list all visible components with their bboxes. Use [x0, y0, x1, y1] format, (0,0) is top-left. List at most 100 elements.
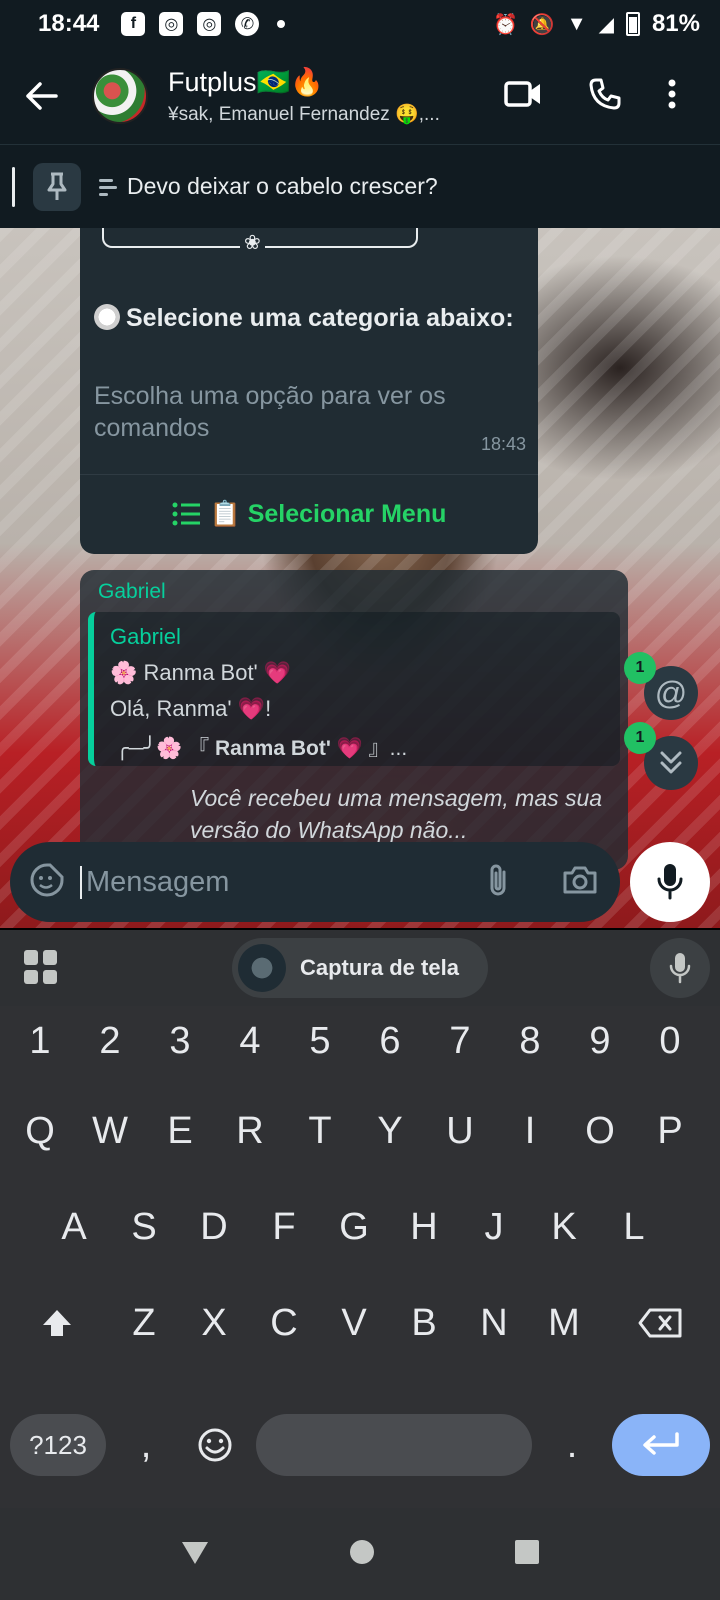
period-key[interactable]: .: [542, 1410, 602, 1480]
message-input[interactable]: Mensagem: [80, 865, 486, 899]
battery-level: 81%: [651, 10, 700, 37]
select-menu-label: 📋 Selecionar Menu: [209, 499, 447, 528]
letter-key[interactable]: B: [390, 1288, 458, 1358]
keyboard: 1234567890 QWERTYUIOP ASDFGHJKL ZXCVBNM ?12…: [0, 1006, 720, 1508]
number-key[interactable]: 0: [636, 1006, 704, 1076]
comma-key[interactable]: ,: [116, 1410, 176, 1480]
nav-recents-icon[interactable]: [514, 1539, 540, 1570]
menu-description: Escolha uma opção para ver os comandos: [94, 382, 446, 442]
letter-key[interactable]: S: [110, 1192, 178, 1262]
letter-key[interactable]: L: [600, 1192, 668, 1262]
letter-key[interactable]: C: [250, 1288, 318, 1358]
enter-key[interactable]: [612, 1414, 710, 1476]
number-key[interactable]: 9: [566, 1006, 634, 1076]
chip-label: Captura de tela: [300, 955, 459, 980]
apps-grid-icon[interactable]: [24, 950, 58, 984]
pinned-message-bar[interactable]: Devo deixar o cabelo crescer?: [0, 144, 720, 228]
letter-key[interactable]: A: [40, 1192, 108, 1262]
letter-key[interactable]: F: [250, 1192, 318, 1262]
message-time: 18:43: [480, 434, 526, 454]
letter-key[interactable]: E: [146, 1096, 214, 1166]
letter-key[interactable]: P: [636, 1096, 704, 1166]
letter-key[interactable]: Q: [6, 1096, 74, 1166]
letter-key[interactable]: Z: [110, 1288, 178, 1358]
letter-key[interactable]: R: [216, 1096, 284, 1166]
number-key[interactable]: 2: [76, 1006, 144, 1076]
number-key[interactable]: 7: [426, 1006, 494, 1076]
whatsapp-icon: ✆: [235, 12, 260, 36]
shift-key[interactable]: [14, 1288, 100, 1358]
letter-key[interactable]: U: [426, 1096, 494, 1166]
voice-message-button[interactable]: [630, 842, 710, 922]
attach-icon[interactable]: [486, 862, 510, 903]
number-key[interactable]: 6: [356, 1006, 424, 1076]
notification-dot-icon: [277, 20, 286, 28]
group-info[interactable]: Futplus🇧🇷🔥 ¥sak, Emanuel Fernandez 🤑,...: [168, 66, 468, 126]
letter-key[interactable]: X: [180, 1288, 248, 1358]
back-arrow-icon[interactable]: [22, 76, 62, 116]
group-avatar[interactable]: [92, 68, 148, 124]
pin-icon[interactable]: [33, 162, 81, 211]
instagram-icon: ◎: [159, 12, 184, 36]
number-key[interactable]: 1: [6, 1006, 74, 1076]
pinned-text: Devo deixar o cabelo crescer?: [127, 173, 438, 199]
space-key[interactable]: [256, 1414, 532, 1476]
sticker-icon[interactable]: [30, 863, 64, 902]
chat-header: Futplus🇧🇷🔥 ¥sak, Emanuel Fernandez 🤑,...: [0, 48, 720, 144]
camera-icon[interactable]: [562, 865, 598, 900]
alarm-icon: ⏰: [492, 13, 518, 36]
signal-icon: ◢: [598, 13, 614, 36]
emoji-key[interactable]: [180, 1410, 250, 1480]
quoted-line: 🌸 Ranma Bot' 💗: [110, 660, 292, 685]
number-key[interactable]: 5: [286, 1006, 354, 1076]
number-key[interactable]: 3: [146, 1006, 214, 1076]
quoted-sender: Gabriel: [110, 624, 181, 649]
group-title: Futplus🇧🇷🔥: [168, 67, 324, 97]
phone-call-icon[interactable]: [588, 77, 622, 116]
menu-title: Selecione uma categoria abaixo:: [94, 300, 514, 336]
letter-key[interactable]: I: [496, 1096, 564, 1166]
letter-key[interactable]: G: [320, 1192, 388, 1262]
letter-key[interactable]: T: [286, 1096, 354, 1166]
sender-name[interactable]: Gabriel: [98, 580, 166, 604]
group-participants: ¥sak, Emanuel Fernandez 🤑,...: [168, 104, 440, 125]
nav-home-icon[interactable]: [349, 1539, 375, 1570]
letter-key[interactable]: K: [530, 1192, 598, 1262]
quoted-message[interactable]: Gabriel 🌸 Ranma Bot' 💗 Olá, Ranma' 💗! ╭─…: [88, 612, 620, 766]
message-composer[interactable]: Mensagem: [10, 842, 620, 922]
menu-message-bubble[interactable]: ❀ Selecione uma categoria abaixo: Escolh…: [80, 228, 538, 554]
letter-key[interactable]: N: [460, 1288, 528, 1358]
poll-icon: [99, 178, 117, 196]
letter-key[interactable]: V: [320, 1288, 388, 1358]
video-call-icon[interactable]: [504, 80, 542, 113]
instagram-icon: ◎: [197, 12, 222, 36]
select-menu-button[interactable]: 📋 Selecionar Menu: [80, 474, 538, 554]
status-bar: 18:44 f ◎ ◎ ✆ ⏰ 🔕 ▼ ◢ 81%: [0, 0, 720, 48]
quoted-line: ╭─╯🌸 『 Ranma Bot' 💗 』...: [116, 737, 408, 760]
letter-key[interactable]: H: [390, 1192, 458, 1262]
letter-key[interactable]: J: [460, 1192, 528, 1262]
letter-key[interactable]: M: [530, 1288, 598, 1358]
chat-area[interactable]: ❀ Selecione uma categoria abaixo: Escolh…: [0, 228, 720, 928]
screenshot-suggestion-chip[interactable]: Captura de tela: [232, 938, 488, 998]
flower-icon: ❀: [240, 230, 265, 255]
letter-key[interactable]: O: [566, 1096, 634, 1166]
mute-icon: 🔕: [529, 13, 555, 36]
number-key[interactable]: 8: [496, 1006, 564, 1076]
keyboard-toolbar: Captura de tela: [0, 930, 720, 1006]
shift-icon: [43, 1310, 71, 1336]
nav-back-icon[interactable]: [180, 1538, 210, 1571]
letter-key[interactable]: Y: [356, 1096, 424, 1166]
voice-typing-icon[interactable]: [650, 938, 710, 998]
symbols-key[interactable]: ?123: [10, 1414, 106, 1476]
letter-key[interactable]: D: [180, 1192, 248, 1262]
number-key[interactable]: 4: [216, 1006, 284, 1076]
more-options-icon[interactable]: [668, 79, 676, 114]
unsupported-message-text: Você recebeu uma mensagem, mas sua versã…: [190, 785, 603, 843]
reply-message-bubble[interactable]: Gabriel Gabriel 🌸 Ranma Bot' 💗 Olá, Ranm…: [80, 570, 628, 870]
wifi-icon: ▼: [566, 12, 587, 35]
backspace-key[interactable]: [614, 1288, 706, 1358]
microphone-icon: [657, 864, 683, 900]
letter-key[interactable]: W: [76, 1096, 144, 1166]
pinned-indicator: [12, 166, 15, 207]
